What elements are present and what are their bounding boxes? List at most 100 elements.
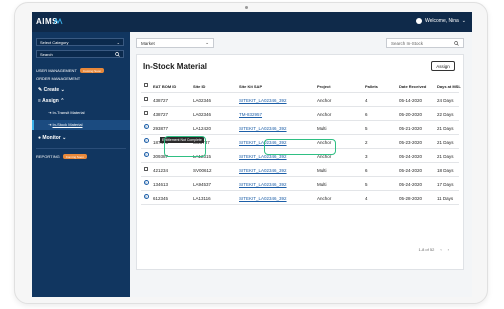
table-row[interactable]: 438727 LA02346 TM-832957 Anchor 6 05-20-2020 2… — [141, 107, 459, 121]
sidebar-item-label: ORDER MANAGEMENT — [36, 76, 81, 81]
chevron-left-icon[interactable]: ‹ — [440, 247, 441, 252]
sidebar-search-placeholder: Search — [40, 51, 53, 57]
assign-icon: ≡ — [38, 98, 41, 104]
sidebar-item-order-management[interactable]: ORDER MANAGEMENT — [36, 76, 80, 81]
column-header[interactable]: Project — [317, 84, 331, 89]
table-row[interactable]: 438727 LA02346 SITEKIT_LA02346_392 Anchor 4 0… — [141, 93, 459, 107]
table-cell: 2 — [365, 139, 368, 145]
search-in-stock-input[interactable]: Search In-Stock — [386, 38, 464, 48]
highlight-annotation — [264, 139, 336, 155]
chevron-down-icon: ⌄ — [116, 39, 120, 45]
chevron-down-icon: ⌄ — [60, 87, 65, 93]
assign-button[interactable]: Assign — [431, 61, 455, 71]
sidebar-search-input[interactable]: Search — [36, 50, 124, 58]
table-cell: LA02346 — [193, 111, 212, 117]
site-kit-link[interactable]: SITEKIT_LA02346_392 — [239, 182, 287, 187]
sidebar-item-assign[interactable]: ≡ Assign ⌃ — [38, 98, 64, 104]
location-pin-icon: ● — [38, 135, 42, 141]
chevron-up-icon: ⌃ — [60, 98, 65, 104]
info-icon[interactable]: i — [143, 194, 149, 199]
info-icon[interactable]: i — [143, 138, 149, 143]
table-cell: 11 Days — [437, 195, 454, 201]
row-checkbox[interactable] — [144, 166, 148, 171]
table-cell: 134613 — [153, 181, 169, 187]
sidebar-item-label: In-Transit Material — [52, 110, 85, 115]
sidebar-active-indicator — [32, 120, 34, 130]
table-cell: Multi — [317, 167, 327, 173]
table-cell: 05-23-2020 — [399, 139, 423, 145]
table-cell: 22 Days — [437, 111, 454, 117]
table-cell: 5 — [365, 181, 368, 187]
info-icon[interactable]: i — [143, 152, 149, 157]
table-cell: 05-28-2020 — [399, 195, 423, 201]
table-cell: Multi — [317, 125, 327, 131]
site-kit-link[interactable]: SITEKIT_LA02346_392 — [239, 98, 287, 103]
camera-dot — [245, 6, 248, 9]
table-cell: Multi — [317, 181, 327, 187]
table-cell: 6 — [365, 167, 368, 173]
column-header[interactable]: EAT BOM ID — [153, 84, 176, 89]
in-stock-card: In-Stock Material Assign EAT BOM ID Site… — [136, 54, 464, 270]
truck-icon: ⇥ — [48, 110, 52, 115]
table-cell: 05-20-2020 — [399, 111, 423, 117]
sidebar-item-reporting[interactable]: REPORTING Coming Soon — [36, 154, 87, 160]
sidebar-item-create[interactable]: ✎ Create ⌄ — [38, 87, 65, 93]
coming-soon-badge: Coming Soon — [79, 68, 105, 74]
site-kit-link[interactable]: TM-832957 — [239, 112, 262, 117]
table-cell: 05-24-2020 — [399, 181, 423, 187]
pagination: 1-8 of 52 ‹ › — [419, 247, 449, 252]
chevron-down-icon: ⌄ — [461, 18, 466, 24]
table-cell: LA13116 — [193, 195, 211, 201]
table-cell: 05-24-2020 — [399, 153, 423, 159]
user-avatar-icon — [415, 18, 422, 24]
category-select[interactable]: Select Category ⌄ — [36, 38, 124, 46]
chevron-right-icon[interactable]: › — [448, 247, 449, 252]
box-icon: ⇥ — [48, 122, 52, 127]
table-cell: Anchor — [317, 195, 332, 201]
table-row[interactable]: i 134613 LA94537 SITEKIT_LA02346_392 Multi 5 0… — [141, 177, 459, 191]
sidebar-item-label: Monitor — [42, 135, 61, 141]
sidebar-item-in-transit[interactable]: ⇥ In-Transit Material — [48, 110, 85, 115]
market-select[interactable]: Market ⌄ — [136, 38, 214, 48]
site-kit-link[interactable]: SITEKIT_LA02346_392 — [239, 196, 287, 201]
table-row[interactable]: i 293877 LA12420 SITEKIT_LA02346_392 Multi 5 0… — [141, 121, 459, 135]
sidebar-item-label: REPORTING — [36, 154, 60, 159]
column-header[interactable]: Site Kit SAP — [239, 84, 262, 89]
sidebar-divider — [36, 148, 126, 149]
column-header[interactable]: Site ID — [193, 84, 205, 89]
table-cell: 4 — [365, 97, 368, 103]
table-row[interactable]: i 612345 LA13116 SITEKIT_LA02346_392 Anchor 4… — [141, 191, 459, 205]
table-cell: 05-14-2020 — [399, 97, 423, 103]
user-menu[interactable]: Welcome, Nina ⌄ — [415, 18, 466, 24]
table-header-row: EAT BOM ID Site ID Site Kit SAP Project … — [141, 79, 461, 93]
sidebar-item-label: Assign — [42, 98, 59, 104]
table-cell: 6 — [365, 111, 368, 117]
sidebar-item-user-management[interactable]: USER MANAGEMENT Coming Soon — [36, 68, 105, 74]
table-cell: LA94537 — [193, 181, 212, 187]
highlight-annotation — [164, 136, 206, 157]
column-header[interactable]: Pallets — [365, 84, 378, 89]
table-cell: 24 Days — [437, 97, 454, 103]
sidebar: Select Category ⌄ Search USER MANAGEMENT… — [32, 32, 130, 297]
row-checkbox[interactable] — [144, 110, 148, 115]
select-all-checkbox[interactable] — [144, 82, 148, 87]
site-kit-link[interactable]: SITEKIT_LA02346_392 — [239, 126, 287, 131]
top-bar: AIMS Welcome, Nina ⌄ — [32, 12, 472, 32]
info-icon[interactable]: i — [143, 124, 149, 129]
info-icon[interactable]: i — [143, 180, 149, 185]
table-cell: Anchor — [317, 97, 332, 103]
sidebar-item-label: USER MANAGEMENT — [36, 68, 77, 73]
column-header[interactable]: Days at MSL — [437, 84, 461, 89]
table-row[interactable]: 421234 SV00612 SITEKIT_LA02346_392 Multi 6 05… — [141, 163, 459, 177]
chevron-down-icon: ⌄ — [205, 40, 209, 45]
sidebar-item-label: In-Stock Material — [52, 122, 83, 127]
sidebar-item-monitor[interactable]: ● Monitor ⌄ — [38, 135, 66, 141]
chevron-down-icon: ⌄ — [62, 135, 67, 141]
search-icon — [454, 40, 459, 46]
sidebar-item-in-stock[interactable]: ⇥ In-Stock Material — [48, 122, 83, 127]
main-content: Market ⌄ Search In-Stock In-Stock Materi… — [130, 32, 472, 297]
site-kit-link[interactable]: SITEKIT_LA02346_392 — [239, 168, 287, 173]
column-header[interactable]: Date Received — [399, 84, 426, 89]
table-cell: 18 Days — [437, 167, 454, 173]
row-checkbox[interactable] — [144, 96, 148, 101]
